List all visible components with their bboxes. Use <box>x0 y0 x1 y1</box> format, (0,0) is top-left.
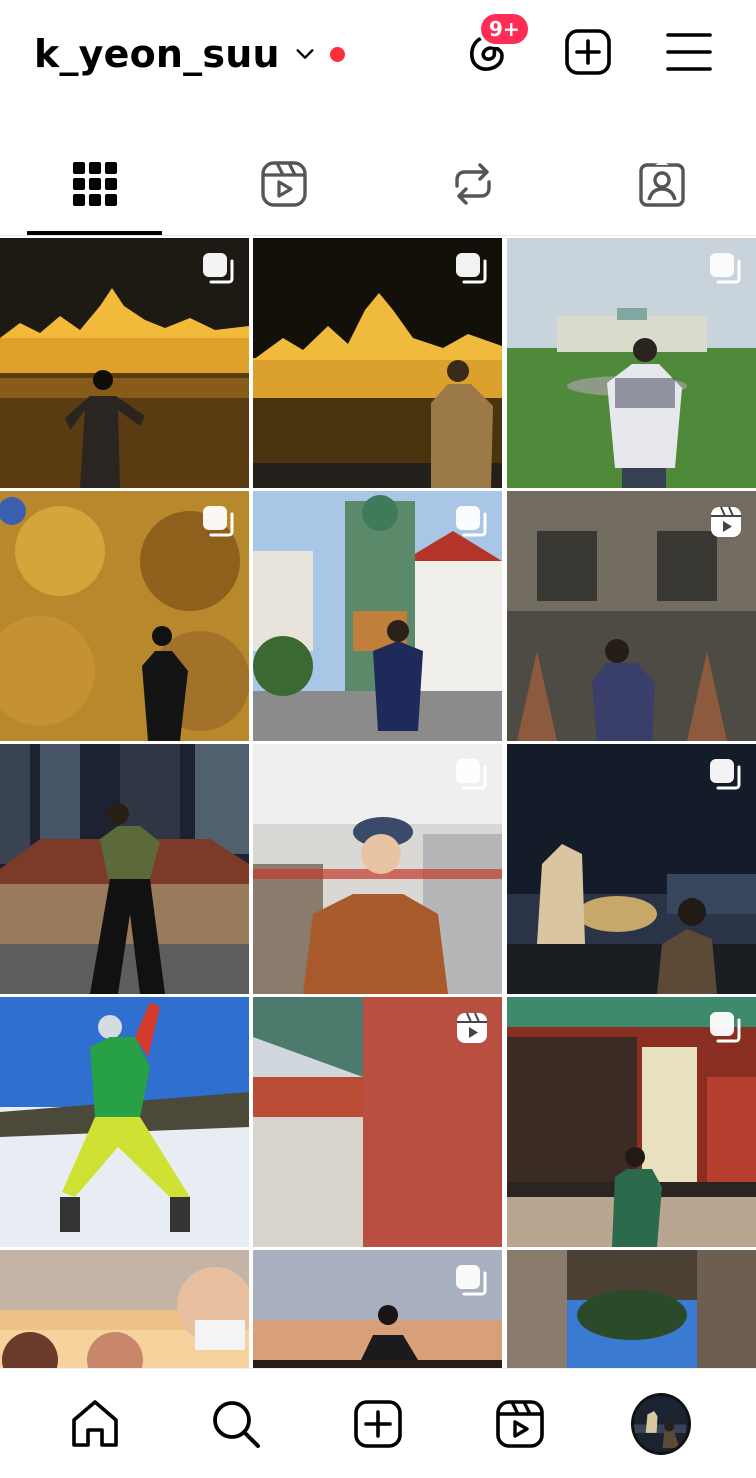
notification-badge: 9+ <box>478 11 531 47</box>
bottom-navigation <box>0 1368 756 1478</box>
post-thumbnail[interactable] <box>0 1250 249 1368</box>
reel-icon <box>457 1012 487 1043</box>
profile-avatar <box>631 1392 692 1455</box>
post-thumbnail[interactable] <box>0 997 249 1247</box>
create-icon <box>354 1399 402 1448</box>
post-thumbnail[interactable] <box>253 997 502 1247</box>
nav-home[interactable] <box>65 1394 125 1454</box>
post-thumbnail[interactable] <box>507 238 756 488</box>
repost-icon <box>454 163 491 205</box>
post-thumbnail[interactable] <box>507 997 756 1247</box>
carousel-icon <box>456 1265 487 1296</box>
nav-create[interactable] <box>348 1394 408 1454</box>
search-icon <box>213 1400 261 1448</box>
reels-icon <box>260 161 307 207</box>
photo-sunset-selfie <box>0 1250 249 1368</box>
tab-reposts[interactable] <box>378 140 567 235</box>
avatar-photo <box>634 1395 687 1448</box>
username: k_yeon_suu <box>34 32 280 76</box>
tab-reels[interactable] <box>189 140 378 235</box>
carousel-icon <box>710 253 741 284</box>
carousel-icon <box>710 1012 741 1043</box>
post-thumbnail[interactable] <box>253 238 502 488</box>
post-thumbnail[interactable] <box>0 238 249 488</box>
account-switcher[interactable]: k_yeon_suu <box>34 26 345 82</box>
post-thumbnail[interactable] <box>0 491 249 741</box>
post-thumbnail[interactable] <box>0 744 249 994</box>
photo-stone-arch <box>507 1250 756 1368</box>
post-thumbnail[interactable] <box>253 744 502 994</box>
posts-grid <box>0 238 756 1368</box>
carousel-icon <box>203 253 234 284</box>
nav-reels[interactable] <box>490 1394 550 1454</box>
grid-icon <box>72 162 117 206</box>
photo-ski-slope <box>0 997 249 1247</box>
carousel-icon <box>710 759 741 790</box>
post-thumbnail[interactable] <box>507 744 756 994</box>
nav-search[interactable] <box>206 1394 266 1454</box>
tagged-icon <box>638 161 685 207</box>
menu-icon[interactable] <box>664 27 714 77</box>
post-thumbnail[interactable] <box>253 1250 502 1368</box>
carousel-icon <box>456 506 487 537</box>
carousel-icon <box>456 759 487 790</box>
notification-dot <box>329 46 345 62</box>
tab-tagged[interactable] <box>567 140 756 235</box>
post-thumbnail[interactable] <box>253 491 502 741</box>
tab-posts[interactable] <box>0 140 189 235</box>
post-thumbnail[interactable] <box>507 1250 756 1368</box>
carousel-icon <box>456 253 487 284</box>
profile-header: k_yeon_suu 9+ <box>0 0 756 110</box>
reels-icon <box>495 1399 544 1448</box>
carousel-icon <box>203 506 234 537</box>
profile-tabs <box>0 140 756 236</box>
home-icon <box>71 1399 118 1447</box>
new-post-icon[interactable] <box>563 27 613 77</box>
reel-icon <box>711 506 741 537</box>
post-thumbnail[interactable] <box>507 491 756 741</box>
nav-profile[interactable] <box>631 1392 692 1455</box>
photo-night-market <box>0 744 249 994</box>
chevron-down-icon <box>296 49 314 59</box>
